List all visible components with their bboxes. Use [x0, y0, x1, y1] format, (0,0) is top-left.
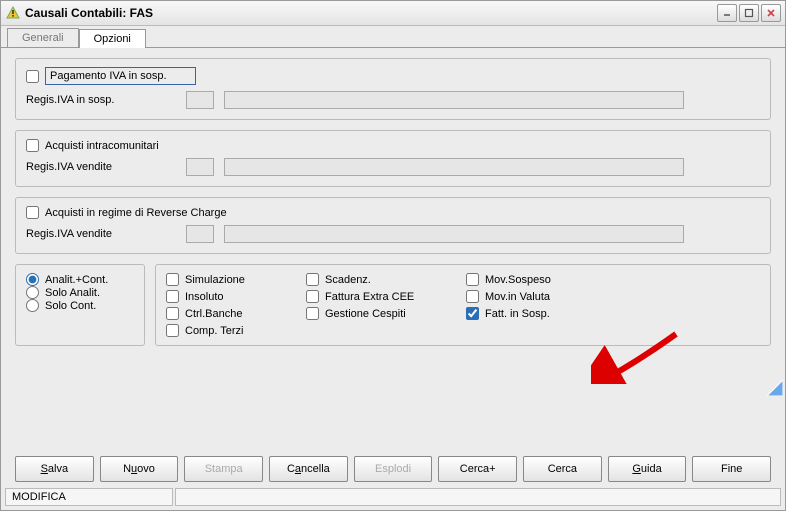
label-analit-cont: Analit.+Cont. [45, 274, 108, 286]
content-area: Pagamento IVA in sosp. Regis.IVA in sosp… [1, 48, 785, 450]
esplodi-button[interactable]: Esplodi [354, 456, 433, 482]
label-acquisti-intracom: Acquisti intracomunitari [45, 140, 159, 152]
label-mov-in-valuta: Mov.in Valuta [485, 291, 550, 303]
checkbox-simulazione[interactable] [166, 273, 179, 286]
label-gestione-cespiti: Gestione Cespiti [325, 308, 406, 320]
label-simulazione: Simulazione [185, 274, 245, 286]
guida-button[interactable]: Guida [608, 456, 687, 482]
tab-strip: Generali Opzioni [1, 26, 785, 48]
close-button[interactable] [761, 4, 781, 22]
label-regis-iva-sosp: Regis.IVA in sosp. [26, 94, 186, 106]
options-row: Analit.+Cont. Solo Analit. Solo Cont. Si… [15, 264, 771, 346]
cerca-plus-button[interactable]: Cerca+ [438, 456, 517, 482]
salva-button[interactable]: Salva [15, 456, 94, 482]
button-bar: Salva Nuovo Stampa Cancella Esplodi Cerc… [1, 450, 785, 488]
input-regis-iva-vendite-1-desc[interactable] [224, 158, 684, 176]
input-regis-iva-sosp-code[interactable] [186, 91, 214, 109]
checkbox-mov-sospeso[interactable] [466, 273, 479, 286]
stampa-button[interactable]: Stampa [184, 456, 263, 482]
maximize-button[interactable] [739, 4, 759, 22]
status-bar: MODIFICA [1, 488, 785, 510]
label-pagamento-iva: Pagamento IVA in sosp. [45, 67, 196, 85]
checkbox-pagamento-iva[interactable] [26, 70, 39, 83]
checkbox-fattura-extra-cee[interactable] [306, 290, 319, 303]
cerca-button[interactable]: Cerca [523, 456, 602, 482]
window-title: Causali Contabili: FAS [25, 6, 717, 20]
tab-generali[interactable]: Generali [7, 28, 79, 47]
label-fatt-in-sosp: Fatt. in Sosp. [485, 308, 550, 320]
cancella-button[interactable]: Cancella [269, 456, 348, 482]
app-window: Causali Contabili: FAS Generali Opzioni … [0, 0, 786, 511]
input-regis-iva-vendite-1-code[interactable] [186, 158, 214, 176]
minimize-button[interactable] [717, 4, 737, 22]
label-regis-iva-vendite-2: Regis.IVA vendite [26, 228, 186, 240]
label-comp-terzi: Comp. Terzi [185, 325, 243, 337]
nuovo-button[interactable]: Nuovo [100, 456, 179, 482]
label-ctrl-banche: Ctrl.Banche [185, 308, 242, 320]
checkbox-acquisti-intracom[interactable] [26, 139, 39, 152]
radio-solo-cont[interactable] [26, 299, 39, 312]
group-acquisti-intracom: Acquisti intracomunitari Regis.IVA vendi… [15, 130, 771, 187]
radio-solo-analit[interactable] [26, 286, 39, 299]
input-regis-iva-vendite-2-desc[interactable] [224, 225, 684, 243]
input-regis-iva-vendite-2-code[interactable] [186, 225, 214, 243]
check-group-flags: Simulazione Insoluto Ctrl.Banche Comp. T… [155, 264, 771, 346]
label-solo-cont: Solo Cont. [45, 300, 96, 312]
label-solo-analit: Solo Analit. [45, 287, 100, 299]
status-rest [175, 488, 781, 506]
fine-button[interactable]: Fine [692, 456, 771, 482]
radio-group-analit: Analit.+Cont. Solo Analit. Solo Cont. [15, 264, 145, 346]
checkbox-insoluto[interactable] [166, 290, 179, 303]
checkbox-mov-in-valuta[interactable] [466, 290, 479, 303]
input-regis-iva-sosp-desc[interactable] [224, 91, 684, 109]
status-mode: MODIFICA [5, 488, 173, 506]
label-insoluto: Insoluto [185, 291, 224, 303]
checkbox-gestione-cespiti[interactable] [306, 307, 319, 320]
checkbox-fatt-in-sosp[interactable] [466, 307, 479, 320]
checkbox-comp-terzi[interactable] [166, 324, 179, 337]
app-icon [5, 5, 21, 21]
checkbox-scadenz[interactable] [306, 273, 319, 286]
group-pagamento-iva: Pagamento IVA in sosp. Regis.IVA in sosp… [15, 58, 771, 120]
label-scadenz: Scadenz. [325, 274, 371, 286]
window-buttons [717, 4, 781, 22]
group-reverse-charge: Acquisti in regime di Reverse Charge Reg… [15, 197, 771, 254]
tab-opzioni[interactable]: Opzioni [79, 29, 146, 48]
resize-grip-icon [767, 380, 783, 396]
checkbox-ctrl-banche[interactable] [166, 307, 179, 320]
titlebar: Causali Contabili: FAS [1, 1, 785, 26]
checkbox-reverse-charge[interactable] [26, 206, 39, 219]
label-mov-sospeso: Mov.Sospeso [485, 274, 551, 286]
radio-analit-cont[interactable] [26, 273, 39, 286]
label-fattura-extra-cee: Fattura Extra CEE [325, 291, 414, 303]
label-reverse-charge: Acquisti in regime di Reverse Charge [45, 207, 227, 219]
label-regis-iva-vendite-1: Regis.IVA vendite [26, 161, 186, 173]
